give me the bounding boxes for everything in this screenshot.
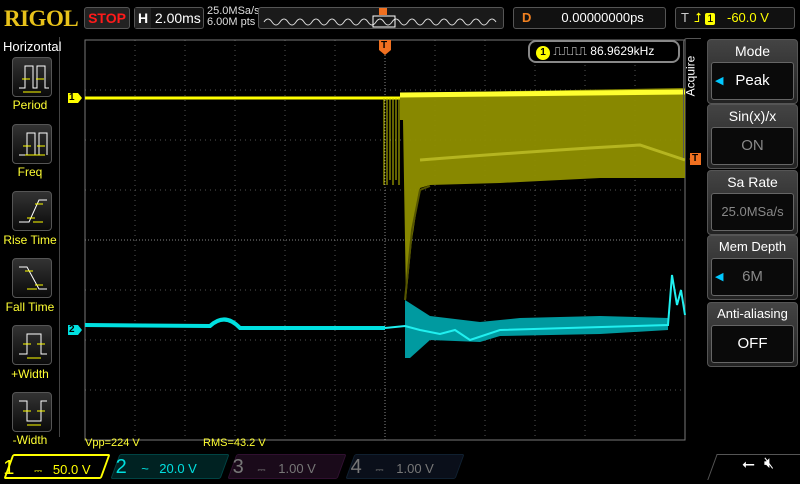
left-arrow-icon: ◀ [715,75,724,87]
anti-aliasing-label: Anti-aliasing [717,306,788,321]
mode-button[interactable]: Mode ◀ Peak [707,39,798,104]
ch2-marker-label: 2 [69,324,75,335]
ch4-coupling: ⎓ [375,465,384,476]
ch3-number: 3 [232,456,244,478]
ch3-scale: 1.00 V [278,461,316,476]
mem-depth-label: Mem Depth [718,239,787,254]
sa-rate-label: Sa Rate [727,174,778,190]
ch2-settings[interactable]: 2 ~20.0 V [110,454,230,479]
ch2-scale: 20.0 V [158,461,197,476]
right-menu: Mode ◀ Peak Sin(x)/x ON Sa Rate 25.0MSa/s Me… [702,37,800,437]
mem-depth-value: 6M [742,268,763,285]
sinx-label: Sin(x)/x [728,108,777,124]
anti-aliasing-button[interactable]: Anti-aliasing OFF [707,302,798,367]
vpp-measurement: Vpp=224 V [85,437,140,449]
counter-value: 86.9629kHz [590,44,655,58]
ch4-number: 4 [350,456,362,478]
sinx-button[interactable]: Sin(x)/x ON [707,104,798,169]
ch4-scale: 1.00 V [396,461,434,476]
ch3-coupling: ⎓ [257,465,266,476]
ch1-scale: 50.0 V [52,462,91,477]
acquire-title: Acquire [683,55,698,97]
sa-rate-value: 25.0MSa/s [711,193,794,231]
square-wave-icon: ⎍⎍⎍⎍ [553,44,587,58]
counter-channel: 1 [536,46,550,60]
ch2-coupling: ~ [141,461,149,476]
left-arrow-icon: ◀ [715,271,724,283]
ch2-number: 2 [115,456,127,478]
ch1-coupling: ⎓ [34,466,43,477]
anti-aliasing-value: OFF [711,325,794,363]
ch1-number: 1 [3,457,15,479]
usb-icon: ⭠ [742,456,755,473]
ch3-settings[interactable]: 3 ⎓ 1.00 V [227,454,347,479]
mode-label: Mode [734,43,771,59]
ch1-marker-label: 1 [69,92,75,103]
rms-measurement: RMS=43.2 V [203,437,266,449]
mode-value: Peak [735,72,770,89]
sound-muted-icon[interactable]: 🔇︎ [764,455,774,473]
trigger-position-label: T [381,40,388,51]
ch4-settings[interactable]: 4 ⎓ 1.00 V [345,454,465,479]
waveform-display[interactable] [0,0,800,480]
mem-depth-button[interactable]: Mem Depth ◀ 6M [707,235,798,300]
ch1-settings[interactable]: 1 ⎓ 50.0 V [3,454,111,479]
frequency-counter: 1 ⎍⎍⎍⎍ 86.9629kHz [528,40,680,63]
acquire-tab: Acquire [683,38,701,158]
sinx-value: ON [711,127,794,165]
sa-rate-button: Sa Rate 25.0MSa/s [707,170,798,235]
